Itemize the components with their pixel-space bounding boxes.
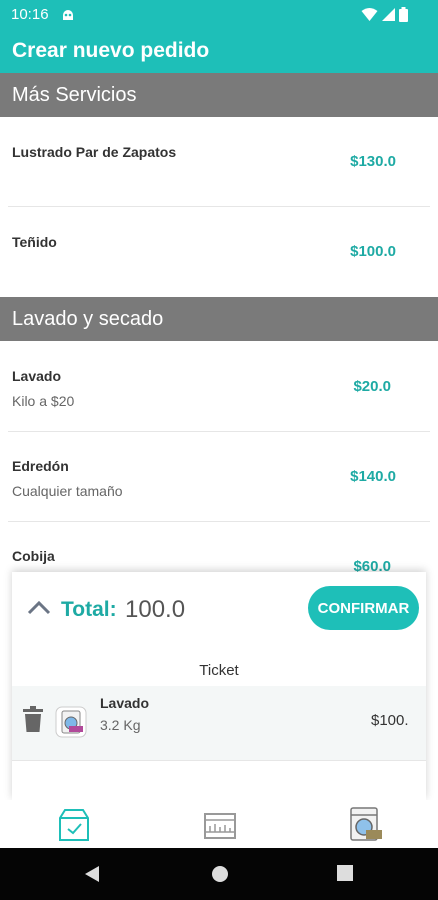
page-title: Crear nuevo pedido: [12, 39, 210, 62]
app-bar: Crear nuevo pedido: [0, 30, 438, 73]
service-name: Edredón: [12, 458, 69, 474]
total-label: Total:: [61, 598, 117, 621]
service-name: Lavado: [12, 368, 62, 384]
section-header-mas-servicios: Más Servicios: [0, 73, 438, 117]
total-value: 100.0: [125, 596, 186, 623]
service-item-lavado[interactable]: Lavado Kilo a $20 $20.0: [0, 342, 438, 432]
service-price: $100.0: [350, 243, 396, 260]
battery-icon: [399, 7, 408, 27]
bottom-navigation: [0, 800, 438, 848]
ticket-title: Ticket: [199, 662, 239, 679]
status-time: 10:16: [11, 6, 49, 23]
service-item-edredon[interactable]: Edredón Cualquier tamaño $140.0: [0, 432, 438, 522]
wifi-icon: [361, 7, 378, 27]
service-price: $140.0: [350, 468, 396, 485]
signal-icon: [381, 7, 396, 27]
recents-icon[interactable]: [337, 865, 353, 886]
package-check-icon: [54, 809, 94, 846]
home-icon[interactable]: [211, 865, 229, 888]
notification-icon: [61, 8, 76, 22]
ticket-item-price: $100.: [371, 712, 409, 729]
divider: [12, 760, 426, 761]
service-description: Cualquier tamaño: [12, 483, 123, 499]
back-icon[interactable]: [83, 865, 101, 888]
storefront-icon: [200, 813, 240, 846]
service-name: Teñido: [12, 234, 57, 250]
service-name: Cobija: [12, 548, 55, 564]
order-summary-sheet: Total: 100.0 CONFIRMAR Ticket Lavado 3.2…: [12, 572, 426, 800]
service-item-lustrado[interactable]: Lustrado Par de Zapatos $130.0: [0, 117, 438, 207]
system-navigation-bar: [0, 848, 438, 900]
confirm-button[interactable]: CONFIRMAR: [308, 586, 419, 630]
tab-new-order[interactable]: [54, 806, 94, 842]
tab-laundry[interactable]: [346, 806, 386, 842]
section-header-lavado-secado: Lavado y secado: [0, 297, 438, 341]
ticket-item-name: Lavado: [100, 695, 150, 711]
ticket-item-quantity: 3.2 Kg: [100, 717, 141, 733]
section-title: Más Servicios: [12, 84, 137, 106]
trash-icon[interactable]: [23, 706, 43, 737]
section-title: Lavado y secado: [12, 308, 164, 330]
washing-machine-icon: [55, 706, 87, 743]
service-item-tenido[interactable]: Teñido $100.0: [0, 207, 438, 297]
service-price: $20.0: [353, 378, 391, 395]
service-description: Kilo a $20: [12, 393, 75, 409]
washing-machine-icon: [346, 807, 386, 846]
service-price: $130.0: [350, 153, 396, 170]
service-name: Lustrado Par de Zapatos: [12, 144, 177, 160]
status-bar: 10:16: [0, 0, 438, 30]
tab-store[interactable]: [200, 806, 240, 842]
chevron-up-icon[interactable]: [27, 599, 51, 620]
